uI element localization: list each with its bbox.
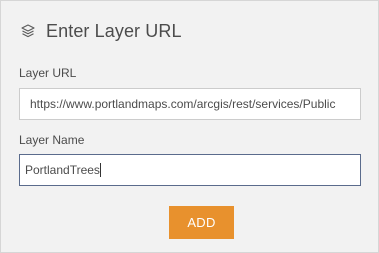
text-caret bbox=[99, 163, 101, 177]
layer-name-input[interactable]: PortlandTrees bbox=[19, 154, 361, 186]
panel-header: Enter Layer URL bbox=[19, 20, 182, 42]
panel-title: Enter Layer URL bbox=[46, 20, 182, 41]
add-button[interactable]: ADD bbox=[169, 206, 234, 239]
layer-url-label: Layer URL bbox=[19, 66, 77, 80]
enter-layer-url-panel: Enter Layer URL Layer URL https://www.po… bbox=[0, 0, 379, 253]
layer-name-label: Layer Name bbox=[19, 133, 85, 147]
layer-url-input[interactable]: https://www.portlandmaps.com/arcgis/rest… bbox=[19, 88, 361, 120]
layer-url-value: https://www.portlandmaps.com/arcgis/rest… bbox=[30, 97, 336, 111]
layer-name-value: PortlandTrees bbox=[25, 163, 100, 177]
layers-icon bbox=[19, 22, 37, 40]
